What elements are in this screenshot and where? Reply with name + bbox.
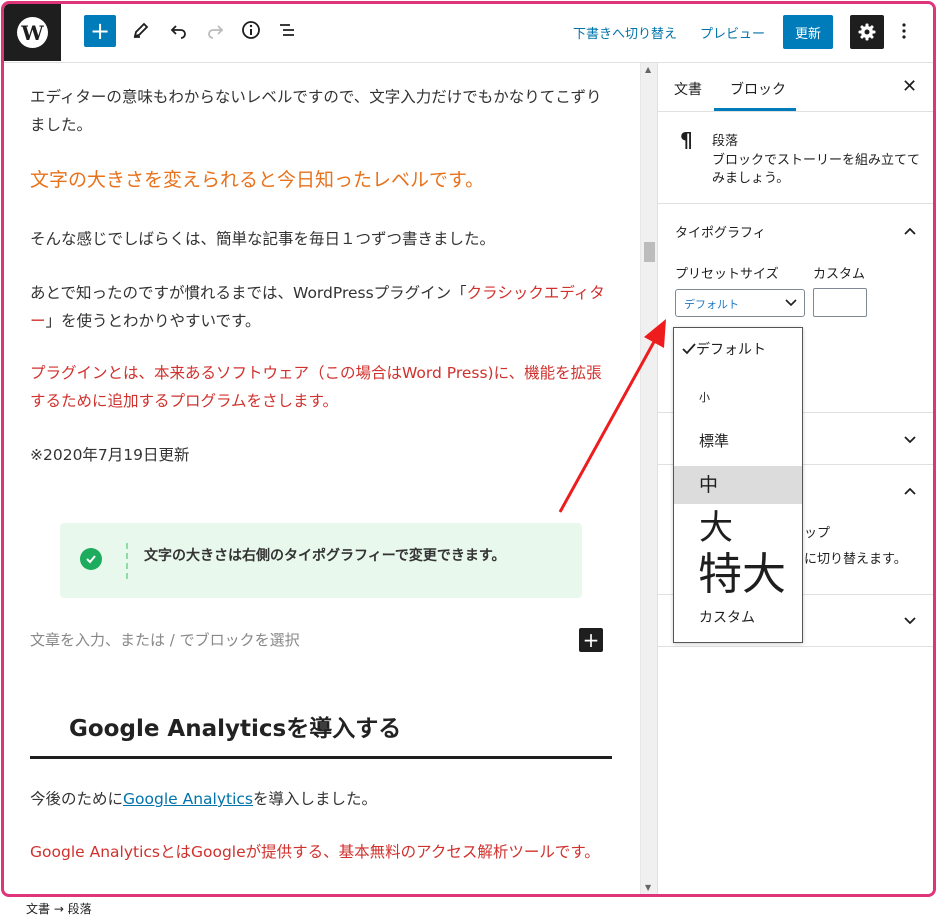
sidebar-tabs: 文書 ブロック ✕ (658, 63, 933, 112)
redo-icon[interactable] (203, 18, 227, 42)
scrollbar-thumb[interactable] (644, 242, 655, 262)
edit-pencil-icon[interactable] (129, 18, 153, 42)
tab-document[interactable]: 文書 (674, 79, 702, 99)
tab-block[interactable]: ブロック (730, 79, 786, 99)
scroll-down-icon[interactable]: ▼ (645, 883, 651, 892)
check-circle-icon (80, 548, 102, 570)
block-description: ブロックでストーリーを組み立ててみましょう。 (712, 153, 921, 186)
paragraph-block[interactable]: ※2020年7月19日更新 (30, 441, 612, 469)
paragraph-block[interactable]: あとで知ったのですが慣れるまでは、WordPressプラグイン「クラシックエディ… (30, 279, 612, 335)
checkmark-icon (682, 343, 696, 355)
inline-add-block-button[interactable]: + (579, 628, 603, 652)
option-medium[interactable]: 中 (674, 466, 802, 504)
panel-text-fragment: ップ (804, 526, 831, 541)
chevron-down-icon[interactable] (902, 432, 918, 448)
panel-divider (658, 646, 933, 647)
info-icon[interactable] (239, 18, 263, 42)
paragraph-block[interactable]: そんな感じでしばらくは、簡単な記事を毎日１つずつ書きました。 (30, 225, 612, 253)
notice-text: 文字の大きさは右側のタイポグラフィーで変更できます。 (144, 548, 506, 564)
font-size-dropdown-list: デフォルト 小 標準 中 大 特大 カスタム (673, 327, 803, 643)
option-custom[interactable]: カスタム (674, 606, 802, 630)
heading-h2-block[interactable]: Google Analyticsを導入する (30, 711, 612, 759)
font-size-select[interactable]: デフォルト (675, 289, 805, 317)
select-value: デフォルト (684, 298, 739, 311)
paragraph-block[interactable]: Google AnalyticsとはGoogleが提供する、基本無料のアクセス解… (30, 838, 612, 866)
list-view-icon[interactable] (275, 18, 299, 42)
preset-size-label: プリセットサイズ (675, 267, 779, 282)
google-analytics-link[interactable]: Google Analytics (123, 790, 253, 808)
wordpress-icon: W (17, 17, 48, 48)
heading-block[interactable]: 文字の大きさを変えられると今日知ったレベルです。 (30, 165, 612, 195)
top-toolbar: W + 下書きへ切り替え プレビュー 更新 (4, 4, 933, 63)
notice-box-block[interactable]: 文字の大きさは右側のタイポグラフィーで変更できます。 (60, 523, 582, 598)
custom-size-label: カスタム (813, 267, 866, 282)
option-default[interactable]: デフォルト (674, 338, 802, 366)
notice-divider (126, 543, 128, 579)
option-normal[interactable]: 標準 (674, 426, 802, 456)
breadcrumb[interactable]: 文書 → 段落 (26, 900, 92, 917)
preview-link[interactable]: プレビュー (700, 23, 765, 42)
editor-scrollbar[interactable]: ▲ ▼ (640, 63, 657, 894)
append-block-placeholder[interactable]: 文章を入力、または / でブロックを選択 (30, 629, 612, 653)
editor-canvas[interactable]: エディターの意味もわからないレベルですので、文字入力だけでもかなりてこずりました… (4, 63, 640, 894)
option-label: デフォルト (696, 342, 766, 358)
panel-text-fragment: に切り替えます。 (804, 552, 907, 567)
settings-gear-button[interactable] (850, 15, 884, 49)
typography-panel-title[interactable]: タイポグラフィ (675, 222, 766, 241)
paragraph-text: を導入しました。 (253, 790, 378, 808)
paragraph-block[interactable]: 今後のためにGoogle Analyticsを導入しました。 (30, 785, 612, 813)
paragraph-block[interactable]: エディターの意味もわからないレベルですので、文字入力だけでもかなりてこずりました… (30, 83, 612, 139)
chevron-down-icon (785, 299, 797, 307)
chevron-up-icon[interactable] (902, 483, 918, 499)
chevron-up-icon[interactable] (902, 223, 918, 239)
custom-size-input[interactable] (813, 288, 867, 317)
update-button[interactable]: 更新 (783, 15, 833, 49)
more-options-button[interactable] (894, 18, 914, 44)
option-extra-large[interactable]: 特大 (674, 548, 802, 604)
active-tab-indicator (714, 108, 796, 111)
paragraph-text: あとで知ったのですが慣れるまでは、WordPressプラグイン「 (30, 284, 467, 302)
block-card: ¶ 段落 ブロックでストーリーを組み立ててみましょう。 (658, 112, 933, 204)
undo-icon[interactable] (167, 18, 191, 42)
paragraph-icon: ¶ (680, 128, 693, 152)
add-block-button[interactable]: + (84, 15, 116, 47)
paragraph-text: 今後のために (30, 790, 124, 808)
chevron-down-icon[interactable] (902, 613, 918, 629)
gear-icon (858, 23, 876, 41)
paragraph-text: 」を使うとわかりやすいです。 (45, 312, 261, 330)
block-title: 段落 (712, 134, 739, 149)
option-large[interactable]: 大 (674, 508, 802, 548)
scroll-up-icon[interactable]: ▲ (645, 65, 651, 74)
wordpress-logo-button[interactable]: W (4, 4, 61, 61)
close-icon[interactable]: ✕ (902, 76, 917, 97)
more-vertical-icon (902, 23, 906, 39)
paragraph-block[interactable]: プラグインとは、本来あるソフトウェア（この場合はWord Press)に、機能を… (30, 359, 612, 415)
option-small[interactable]: 小 (674, 386, 802, 410)
switch-to-draft-link[interactable]: 下書きへ切り替え (573, 23, 677, 42)
